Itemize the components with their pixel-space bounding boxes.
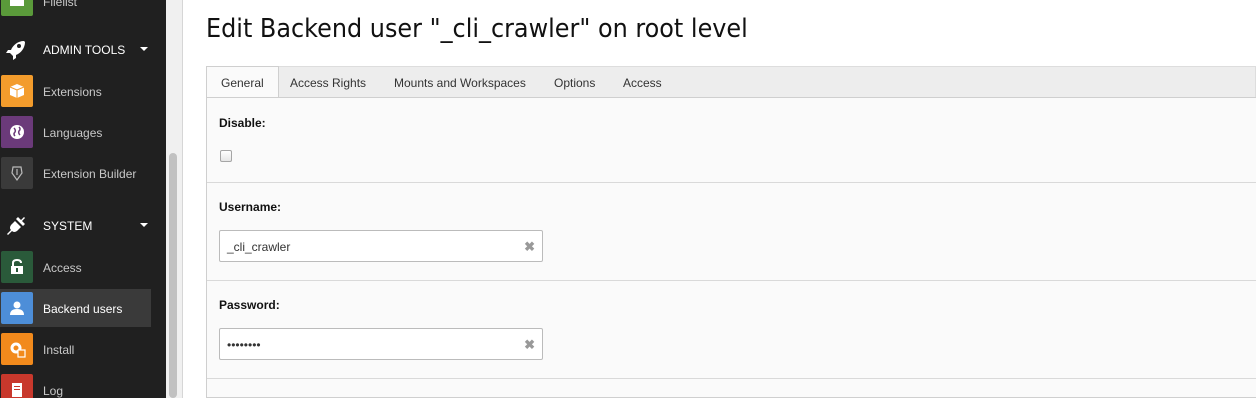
user-icon [1,292,33,324]
module-menu: Filelist ADMIN TOOLS Extensions Language… [0,0,166,398]
tab-bar: General Access Rights Mounts and Workspa… [206,66,1256,99]
username-input[interactable]: _cli_crawler ✖ [219,230,543,262]
tab-options[interactable]: Options [540,67,609,98]
clear-icon[interactable]: ✖ [524,337,535,353]
sidebar-item-extension-builder[interactable]: Extension Builder [0,154,151,192]
tab-mounts-and-workspaces[interactable]: Mounts and Workspaces [380,67,540,98]
tab-panel-general: Disable: Username: _cli_crawler ✖ Passwo… [206,97,1256,398]
sidebar-item-label: Filelist [43,0,78,9]
box-icon [1,75,33,107]
group-system[interactable]: SYSTEM [0,208,166,244]
password-label: Password: [219,298,280,312]
page-title: Edit Backend user "_cli_crawler" on root… [206,14,748,44]
sidebar-item-access[interactable]: Access [0,248,151,286]
sidebar-item-label: Install [43,343,75,357]
document-icon [1,374,33,398]
password-input[interactable]: •••••••• ✖ [219,328,543,360]
disable-label: Disable: [219,116,266,130]
group-admin-tools[interactable]: ADMIN TOOLS [0,32,166,68]
disable-checkbox[interactable] [220,150,232,162]
group-label: ADMIN TOOLS [43,43,126,57]
username-value: _cli_crawler [227,240,291,254]
sidebar-item-extensions[interactable]: Extensions [0,72,151,110]
gear-icon [1,333,33,365]
tab-access[interactable]: Access [609,67,676,98]
sidebar-item-label: Backend users [43,302,123,316]
clear-icon[interactable]: ✖ [524,239,535,255]
sidebar-item-backend-users[interactable]: Backend users [0,289,151,327]
sidebar-scrollbar-thumb[interactable] [169,153,177,398]
sidebar-item-label: Extensions [43,85,102,99]
sidebar-item-filelist[interactable]: Filelist [0,0,151,19]
sidebar-item-label: Languages [43,126,103,140]
field-username: Username: _cli_crawler ✖ [207,183,1256,281]
password-value: •••••••• [227,338,261,352]
sidebar-item-label: Log [43,384,64,398]
tab-general[interactable]: General [206,66,279,99]
sidebar-item-label: Access [43,261,82,275]
sidebar-item-languages[interactable]: Languages [0,113,151,151]
chevron-down-icon[interactable] [140,223,148,227]
wrench-icon [1,157,33,189]
rocket-icon [6,41,25,60]
field-disable: Disable: [207,98,1256,183]
lock-icon [1,251,33,283]
group-label: SYSTEM [43,219,93,233]
sidebar-item-label: Extension Builder [43,167,137,181]
username-label: Username: [219,200,282,214]
plug-icon [7,217,25,235]
tab-access-rights[interactable]: Access Rights [276,67,380,98]
filelist-icon [1,0,33,16]
chevron-down-icon[interactable] [140,47,148,51]
field-password: Password: •••••••• ✖ [207,281,1256,379]
sidebar-item-install[interactable]: Install [0,330,151,368]
content-area: Edit Backend user "_cli_crawler" on root… [184,0,1256,398]
sidebar-item-log[interactable]: Log [0,371,151,398]
globe-icon [1,116,33,148]
